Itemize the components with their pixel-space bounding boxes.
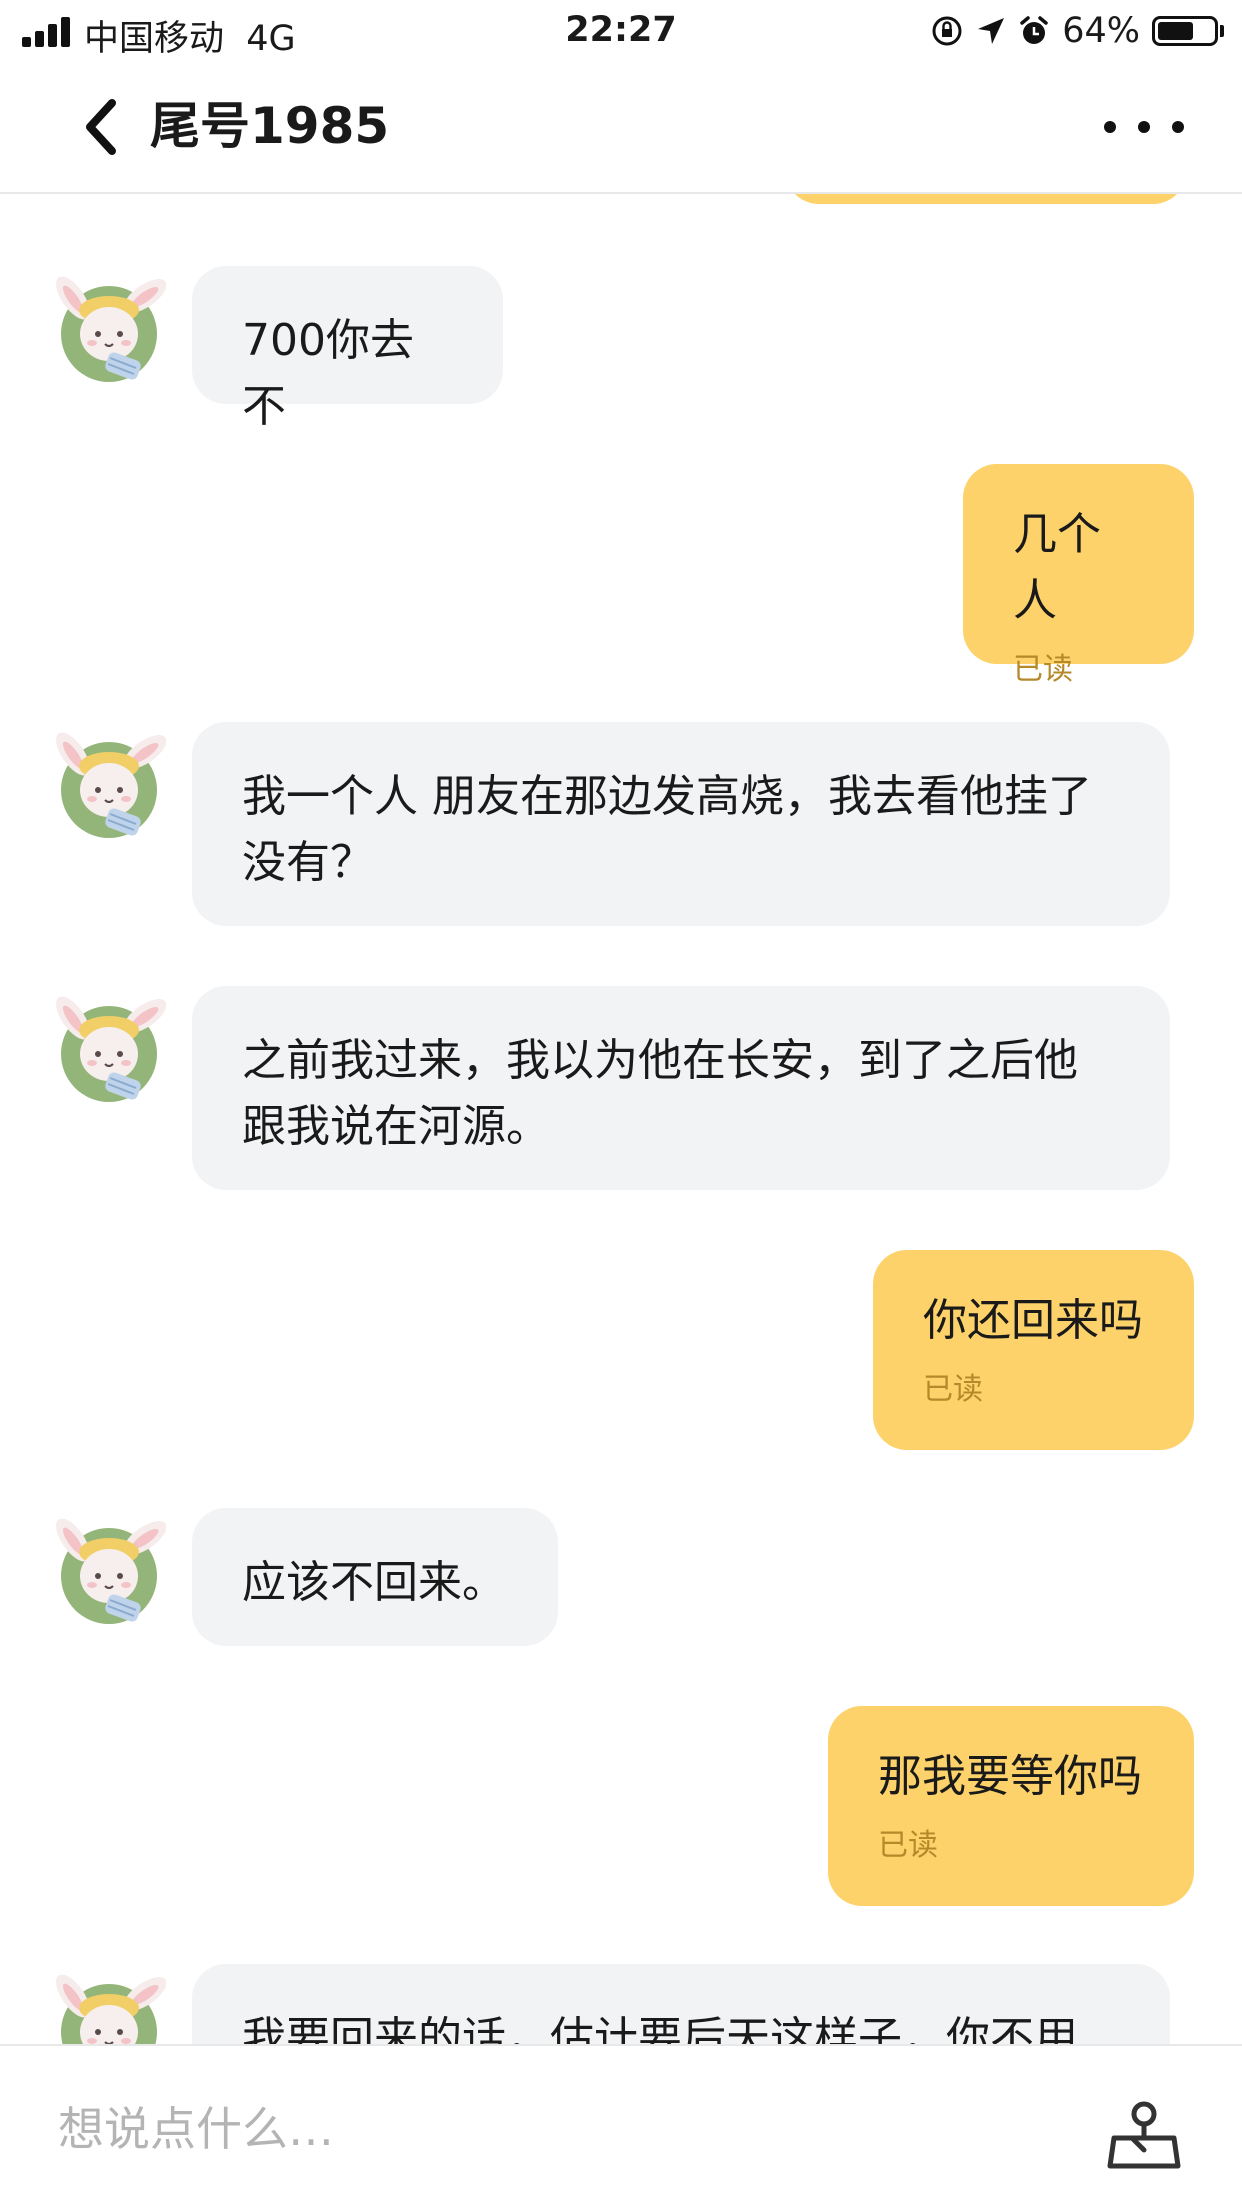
message-text: 我一个人 朋友在那边发高烧，我去看他挂了没有？: [242, 771, 1092, 888]
composer-bar: [0, 2044, 1242, 2210]
contact-avatar[interactable]: [48, 1966, 166, 2044]
message-input[interactable]: [58, 2094, 958, 2164]
chat-title: 尾号1985: [150, 97, 390, 155]
more-dot: [1104, 121, 1116, 133]
message-text: 700你去不: [242, 315, 414, 432]
message-list[interactable]: 700你去不 几个人 已读 我一个人 朋友在那边发高烧，我去看他挂了没有？ 之前…: [0, 192, 1242, 2044]
message-text: 之前我过来，我以为他在长安，到了之后他跟我说在河源。: [242, 1035, 1078, 1152]
message-bubble-incoming[interactable]: 700你去不: [192, 266, 503, 432]
contact-avatar[interactable]: [48, 1510, 166, 1628]
read-receipt: 已读: [878, 1828, 938, 1863]
message-text: 你还回来吗: [923, 1295, 1143, 1346]
contact-avatar[interactable]: [48, 268, 166, 386]
battery-level-fill: [1158, 22, 1193, 40]
read-receipt: 已读: [1013, 652, 1073, 687]
message-text: 应该不回来。: [242, 1557, 506, 1608]
back-button[interactable]: [70, 90, 130, 164]
chat-header: 尾号1985: [0, 62, 1242, 194]
message-text: 那我要等你吗: [878, 1751, 1142, 1802]
share-location-icon: [1107, 2101, 1181, 2169]
battery-percent: 64%: [1062, 11, 1140, 51]
status-bar: 中国移动 4G 22:27 64%: [0, 0, 1242, 62]
message-text: 几个人: [1013, 509, 1101, 626]
message-bubble-outgoing[interactable]: 几个人 已读: [963, 464, 1194, 687]
message-text: 我要回来的话，估计要后天这样子，你不用: [242, 2013, 1078, 2044]
message-bubble-incoming[interactable]: 我一个人 朋友在那边发高烧，我去看他挂了没有？: [192, 722, 1170, 926]
message-bubble-incoming[interactable]: 之前我过来，我以为他在长安，到了之后他跟我说在河源。: [192, 986, 1170, 1190]
share-location-button[interactable]: [1104, 2092, 1184, 2172]
location-icon: [976, 16, 1006, 46]
more-dot: [1138, 121, 1150, 133]
battery-nub: [1220, 25, 1224, 37]
contact-avatar[interactable]: [48, 724, 166, 842]
more-dot: [1172, 121, 1184, 133]
more-options-button[interactable]: [1104, 112, 1184, 142]
battery-icon: [1152, 16, 1218, 46]
message-bubble-incoming[interactable]: 应该不回来。: [192, 1508, 558, 1646]
contact-avatar[interactable]: [48, 988, 166, 1106]
message-bubble-outgoing[interactable]: 你还回来吗 已读: [873, 1250, 1194, 1450]
alarm-icon: [1018, 15, 1050, 47]
chevron-left-icon: [86, 99, 116, 155]
message-bubble-incoming[interactable]: 我要回来的话，估计要后天这样子，你不用: [192, 1964, 1170, 2044]
message-bubble-outgoing[interactable]: 那我要等你吗 已读: [828, 1706, 1194, 1906]
read-receipt: 已读: [923, 1372, 983, 1407]
rotation-lock-icon: [930, 14, 964, 48]
status-icons: 64%: [930, 9, 1224, 53]
